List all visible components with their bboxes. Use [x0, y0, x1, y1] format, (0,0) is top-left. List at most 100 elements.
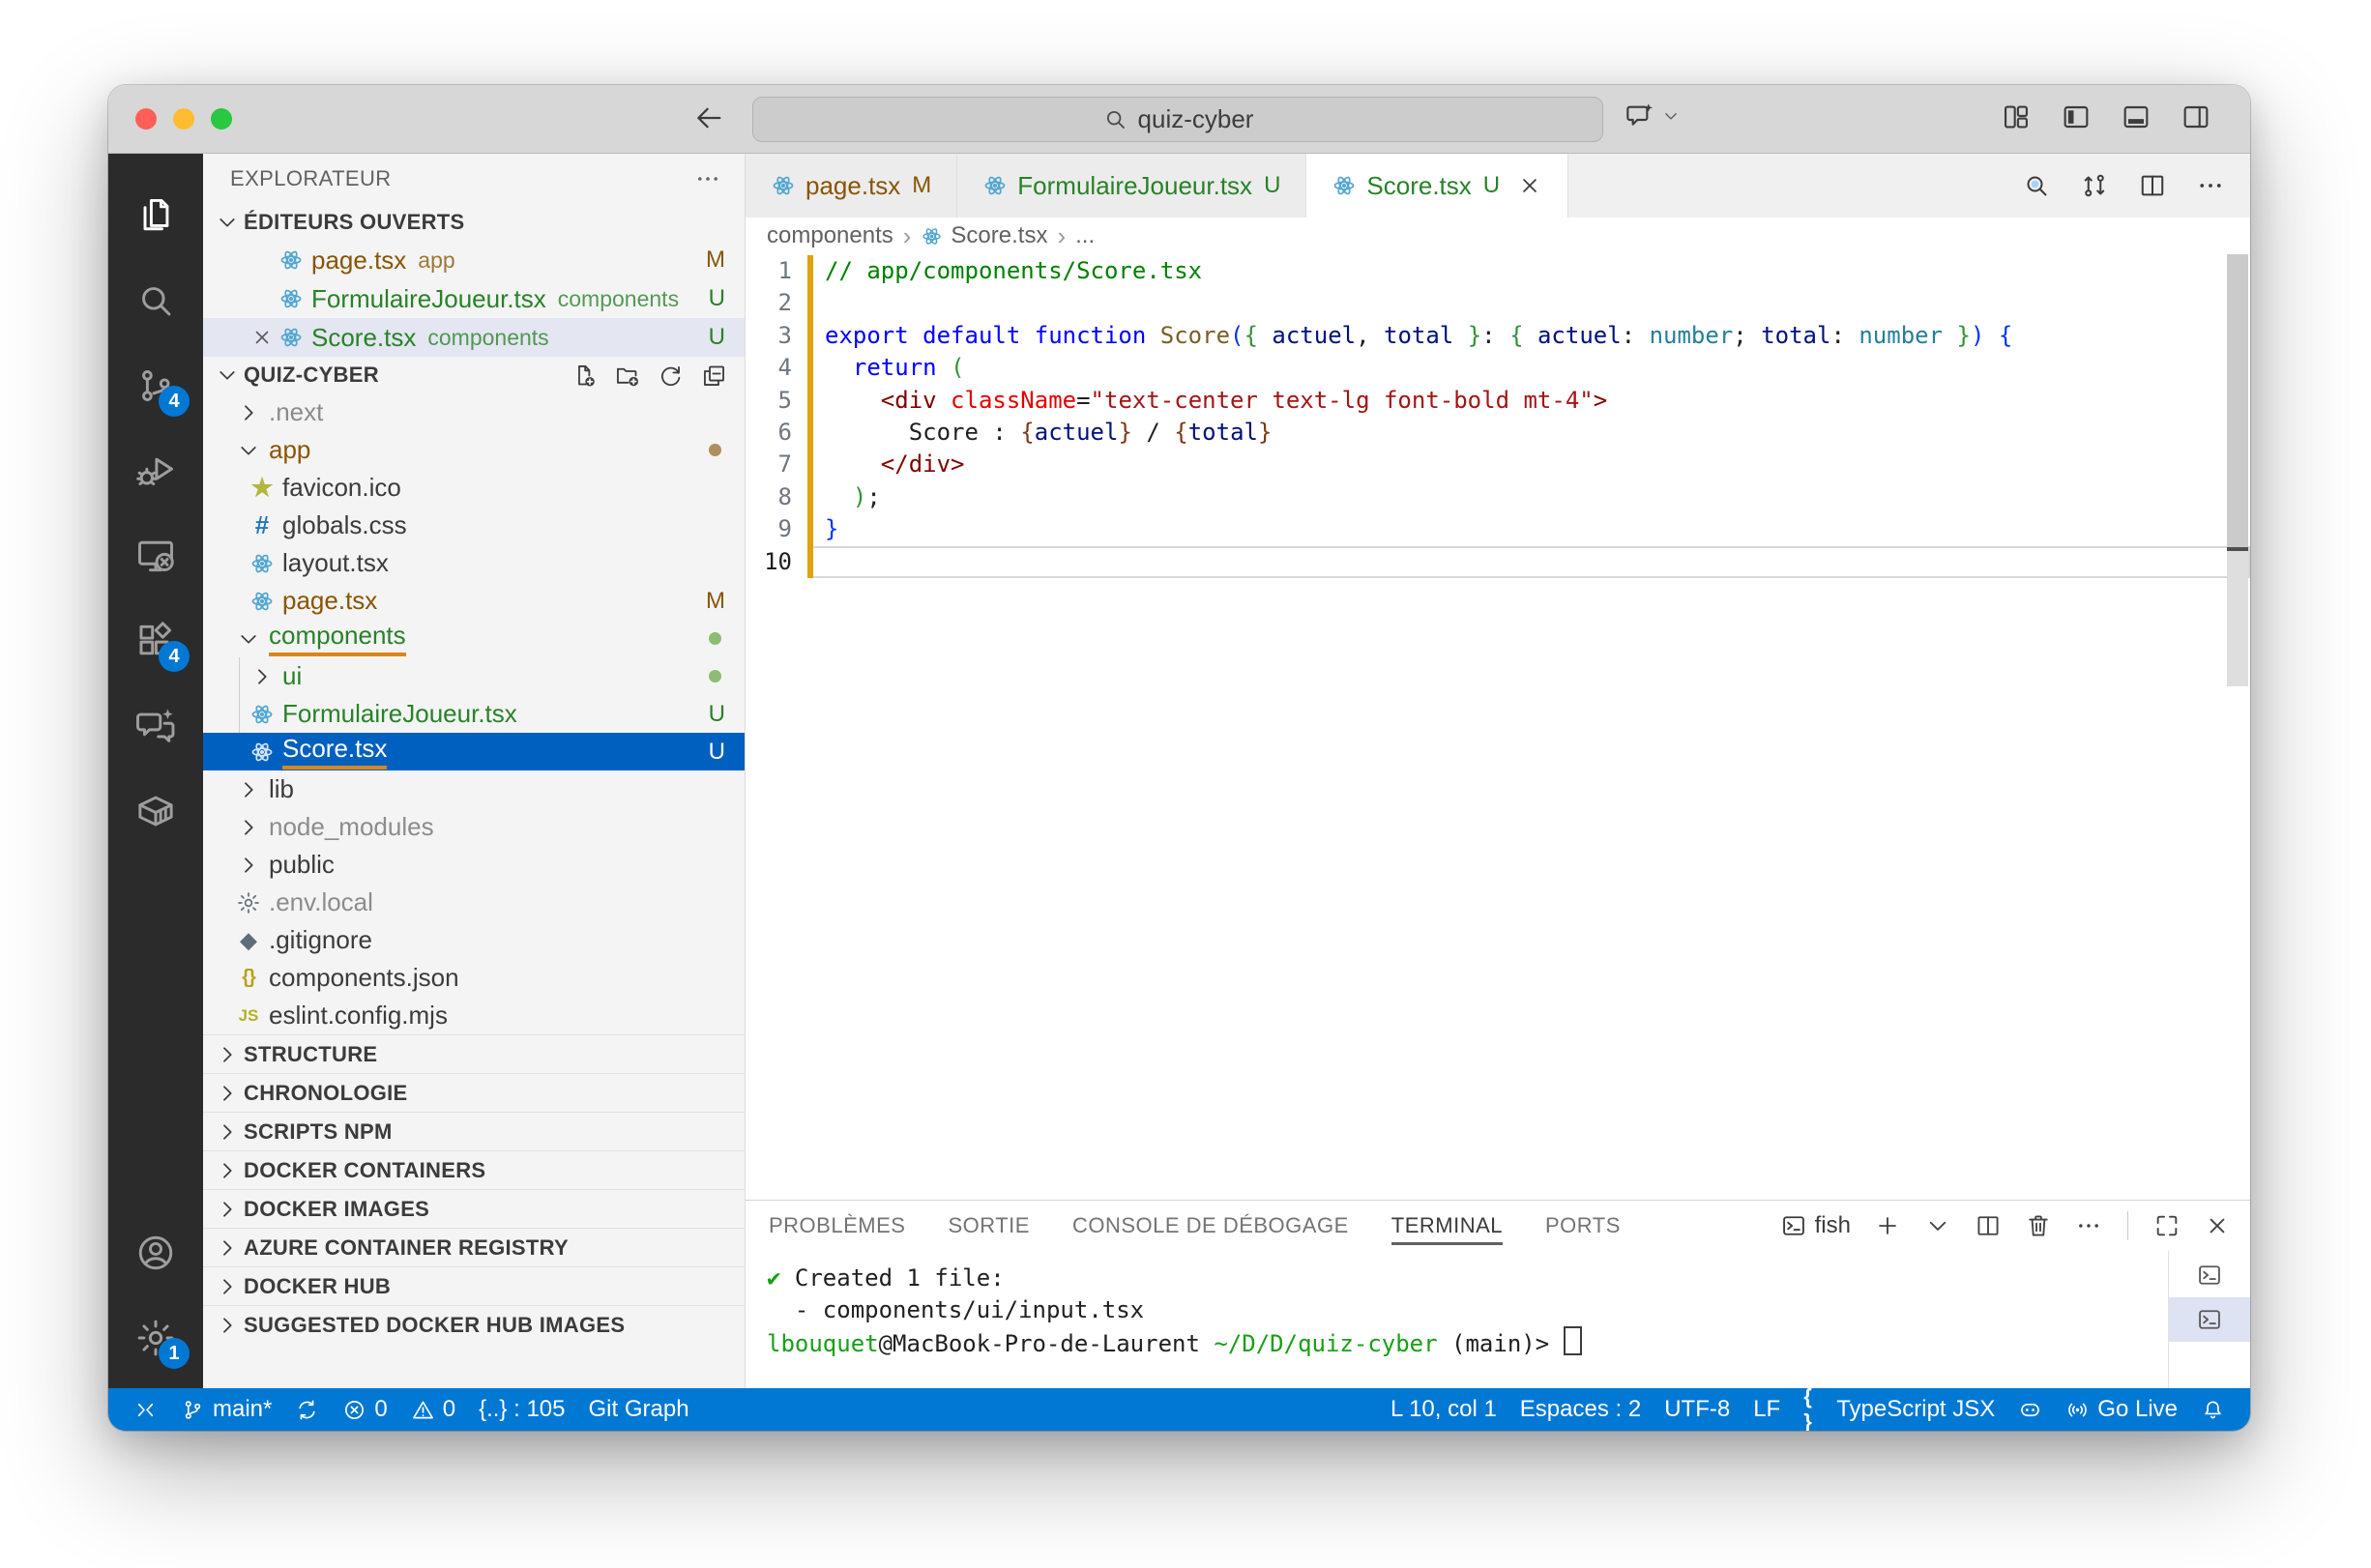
sidebar-section-structure[interactable]: STRUCTURE [203, 1034, 745, 1073]
breadcrumb-item[interactable]: components [767, 222, 893, 249]
editor-scrollbar[interactable] [2227, 254, 2248, 686]
breadcrumb-item[interactable]: ... [1075, 222, 1095, 249]
open-editor-item[interactable]: page.tsxappM [203, 241, 745, 279]
tree-item[interactable]: FormulaireJoueur.tsxU [203, 695, 745, 733]
panel-tab[interactable]: PROBLÈMES [769, 1201, 905, 1251]
trash-icon[interactable] [2025, 1212, 2052, 1239]
sidebar-section-docker-images[interactable]: DOCKER IMAGES [203, 1189, 745, 1228]
new-folder-icon[interactable] [614, 363, 640, 389]
refresh-icon[interactable] [658, 363, 684, 389]
back-arrow-icon[interactable] [692, 102, 725, 134]
status-indentation[interactable]: Espaces : 2 [1508, 1388, 1653, 1431]
tree-item[interactable]: components [203, 620, 745, 657]
status-language-mode[interactable]: { }TypeScript JSX [1792, 1388, 2006, 1431]
tree-item[interactable]: node_modules [203, 808, 745, 846]
activity-remote-explorer-icon[interactable] [108, 513, 203, 598]
status-sync[interactable] [283, 1388, 331, 1431]
tree-item[interactable]: {}components.json [203, 959, 745, 997]
status-warnings[interactable]: 0 [399, 1388, 467, 1431]
copilot-menu[interactable] [1625, 101, 1681, 131]
sidebar-section-azure-container-registry[interactable]: AZURE CONTAINER REGISTRY [203, 1228, 745, 1266]
tree-item[interactable]: layout.tsx [203, 544, 745, 582]
activity-extensions-icon[interactable]: 4 [108, 598, 203, 683]
split-editor-icon[interactable] [2138, 171, 2167, 200]
terminal-shell-label[interactable]: fish [1780, 1212, 1851, 1239]
tree-item[interactable]: Score.tsxU [203, 733, 745, 770]
status-go-live[interactable]: Go Live [2054, 1388, 2189, 1431]
tree-item[interactable]: #globals.css [203, 507, 745, 544]
sidebar-section-chronologie[interactable]: CHRONOLOGIE [203, 1073, 745, 1112]
status-cursor-position[interactable]: L 10, col 1 [1379, 1388, 1508, 1431]
toggle-secondary-sidebar-icon[interactable] [2181, 102, 2211, 132]
status-eol[interactable]: LF [1742, 1388, 1792, 1431]
editor-tab[interactable]: page.tsxM [746, 154, 957, 218]
tree-item[interactable]: app [203, 431, 745, 469]
sidebar-section-docker-containers[interactable]: DOCKER CONTAINERS [203, 1150, 745, 1189]
collapse-all-icon[interactable] [701, 363, 727, 389]
sidebar-section-suggested-docker-hub-images[interactable]: SUGGESTED DOCKER HUB IMAGES [203, 1305, 745, 1344]
close-icon[interactable] [2204, 1212, 2231, 1239]
editor-tab[interactable]: FormulaireJoueur.tsxU [957, 154, 1306, 218]
tree-item[interactable]: ui [203, 657, 745, 695]
more-actions-icon[interactable] [2196, 171, 2225, 200]
status-remote-indicator[interactable] [122, 1388, 169, 1431]
toggle-panel-icon[interactable] [2121, 102, 2151, 132]
new-file-icon[interactable] [571, 363, 597, 389]
panel-tab[interactable]: TERMINAL [1391, 1201, 1503, 1251]
activity-account-icon[interactable] [108, 1210, 203, 1295]
tree-item[interactable]: public [203, 846, 745, 884]
status-braces-counter[interactable]: {..} : 105 [467, 1388, 576, 1431]
split-panel-icon[interactable] [1975, 1212, 2002, 1239]
more-actions-icon[interactable] [2075, 1212, 2102, 1239]
chevron-down-icon[interactable] [1924, 1212, 1951, 1239]
tree-item[interactable]: .next [203, 393, 745, 431]
status-notifications[interactable] [2189, 1388, 2237, 1431]
status-encoding[interactable]: UTF-8 [1653, 1388, 1742, 1431]
status-errors[interactable]: 0 [331, 1388, 398, 1431]
command-center-search[interactable]: quiz-cyber [752, 97, 1603, 142]
project-header[interactable]: QUIZ-CYBER [203, 357, 745, 393]
open-changes-icon[interactable] [2080, 171, 2109, 200]
activity-settings-gear-icon[interactable]: 1 [108, 1295, 203, 1380]
sidebar-section-scripts-npm[interactable]: SCRIPTS NPM [203, 1112, 745, 1150]
terminal-tab[interactable] [2169, 1297, 2250, 1342]
tree-item[interactable]: page.tsxM [203, 582, 745, 620]
plus-icon[interactable] [1874, 1212, 1901, 1239]
tree-item[interactable]: lib [203, 770, 745, 808]
activity-source-control-icon[interactable]: 4 [108, 343, 203, 428]
editor-tab[interactable]: Score.tsxU [1306, 154, 1568, 218]
code-editor[interactable]: 1// app/components/Score.tsx23export def… [746, 254, 2250, 1200]
zoom-window-button[interactable] [211, 108, 232, 130]
close-icon[interactable] [250, 326, 274, 349]
panel-tab[interactable]: CONSOLE DE DÉBOGAGE [1072, 1201, 1349, 1251]
open-editor-item[interactable]: FormulaireJoueur.tsxcomponentsU [203, 279, 745, 318]
toggle-primary-sidebar-icon[interactable] [2061, 102, 2092, 132]
activity-files-icon[interactable] [108, 173, 203, 258]
customize-layout-icon[interactable] [2001, 102, 2032, 132]
close-icon[interactable] [1517, 175, 1542, 204]
sidebar-section-docker-hub[interactable]: DOCKER HUB [203, 1266, 745, 1305]
status-copilot[interactable] [2006, 1388, 2054, 1431]
panel-tab[interactable]: SORTIE [948, 1201, 1030, 1251]
more-actions-icon[interactable] [694, 165, 721, 192]
activity-container-icon[interactable] [108, 769, 203, 854]
open-editors-header[interactable]: ÉDITEURS OUVERTS [203, 204, 745, 241]
terminal-tab[interactable] [2169, 1253, 2250, 1297]
activity-chat-icon[interactable] [108, 683, 203, 769]
tree-item[interactable]: JSeslint.config.mjs [203, 997, 745, 1034]
editor-search-icon[interactable] [2022, 171, 2051, 200]
open-editor-item[interactable]: Score.tsxcomponentsU [203, 318, 745, 357]
close-window-button[interactable] [135, 108, 157, 130]
panel-tab[interactable]: PORTS [1545, 1201, 1621, 1251]
activity-search-icon[interactable] [108, 258, 203, 343]
minimize-window-button[interactable] [173, 108, 194, 130]
activity-run-debug-icon[interactable] [108, 428, 203, 513]
terminal[interactable]: ✔ Created 1 file: - components/ui/input.… [746, 1251, 2168, 1388]
tree-item[interactable]: .env.local [203, 884, 745, 921]
status-git-branch[interactable]: main* [169, 1388, 283, 1431]
tree-item[interactable]: ◆.gitignore [203, 921, 745, 959]
breadcrumb-item[interactable]: Score.tsx [951, 222, 1047, 249]
maximize-icon[interactable] [2153, 1212, 2181, 1239]
tree-item[interactable]: ★favicon.ico [203, 469, 745, 507]
status-git-graph[interactable]: Git Graph [577, 1388, 701, 1431]
